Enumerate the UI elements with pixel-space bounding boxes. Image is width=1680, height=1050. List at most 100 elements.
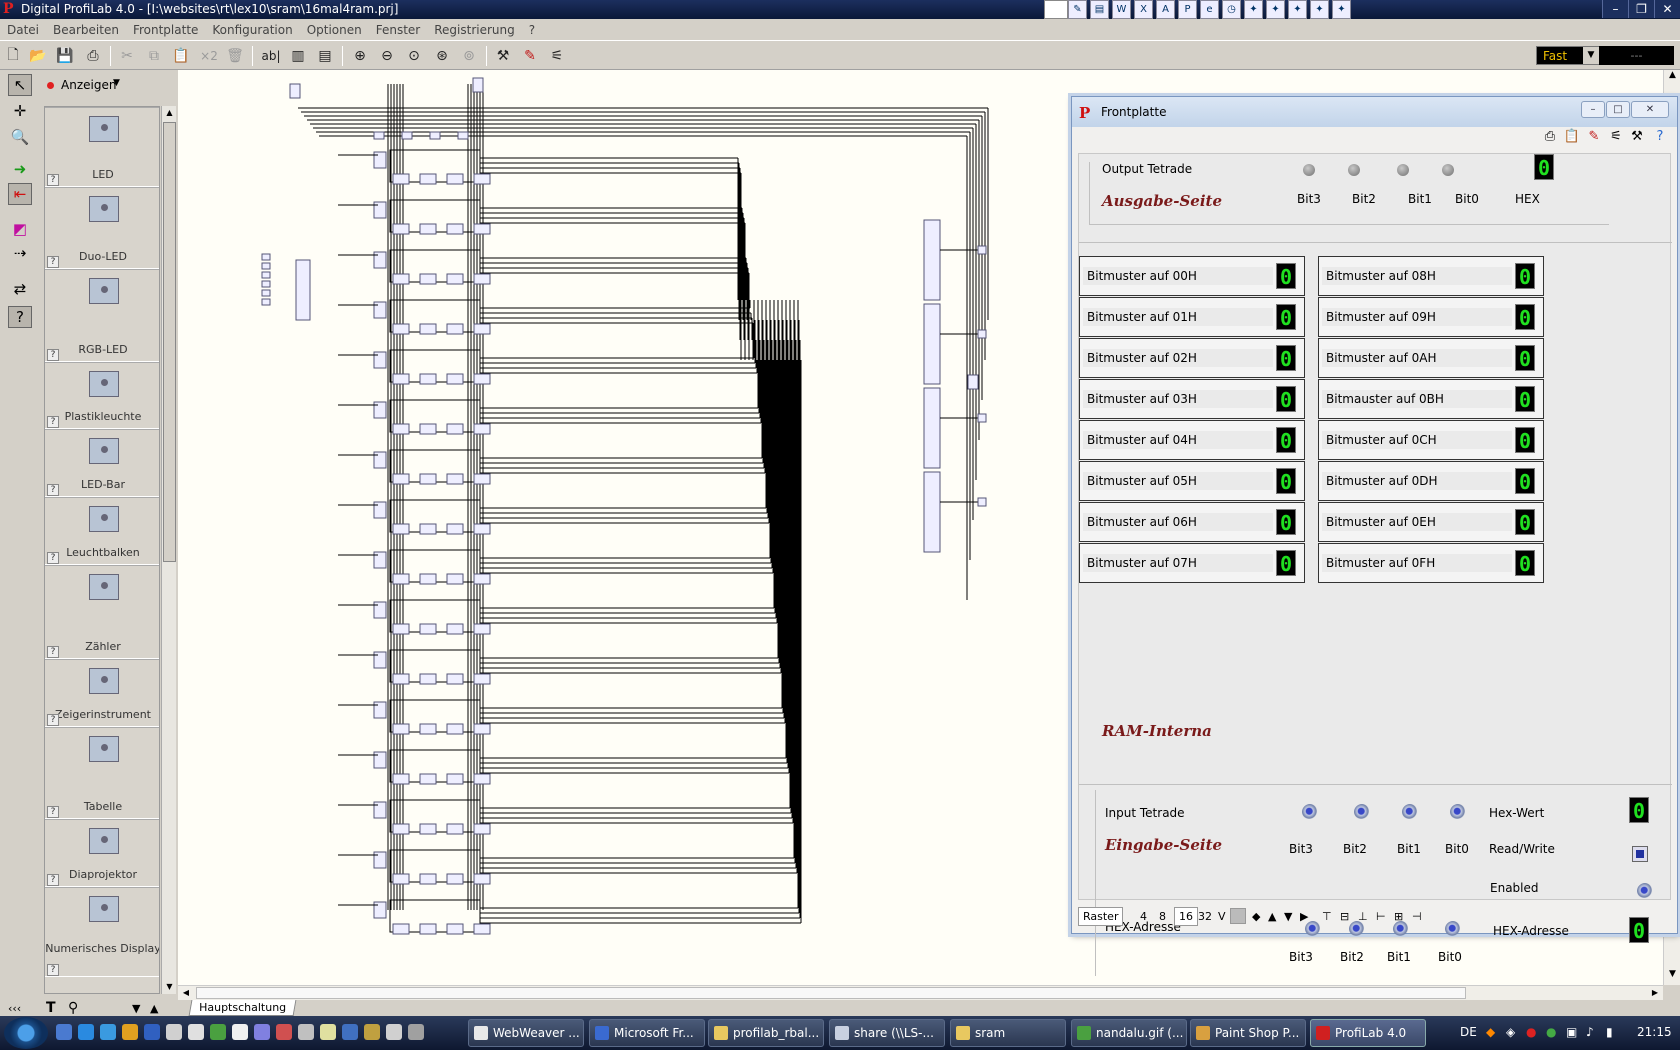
taskbar-button[interactable]: Microsoft Fr...: [589, 1019, 705, 1047]
zoom-in-icon[interactable]: ⊕: [349, 45, 371, 67]
align-bottom-icon[interactable]: ⊥: [1358, 910, 1368, 923]
monitor-icon[interactable]: [1044, 0, 1068, 19]
app-icon-10[interactable]: [364, 1024, 380, 1040]
align-top-icon[interactable]: ⊤: [1322, 910, 1332, 923]
move-up-icon[interactable]: ▲: [150, 1002, 158, 1015]
minimize-button[interactable]: –: [1581, 101, 1605, 118]
clock[interactable]: 21:15: [1637, 1025, 1672, 1039]
input-bit2-switch[interactable]: [1354, 804, 1370, 820]
save-icon[interactable]: 💾: [54, 45, 76, 67]
taskbar-button[interactable]: nandalu.gif (...: [1071, 1019, 1187, 1047]
print-icon[interactable]: ⎙: [82, 45, 104, 67]
power-icon[interactable]: ▮: [1606, 1025, 1613, 1039]
taskbar-button[interactable]: ProfiLab 4.0: [1310, 1019, 1426, 1047]
menu-registrierung[interactable]: Registrierung: [427, 23, 522, 37]
notepad-icon[interactable]: ✎: [1068, 0, 1087, 19]
close-button[interactable]: ✕: [1631, 101, 1669, 118]
palette-item[interactable]: Zeigerinstrument?: [45, 659, 159, 727]
palette-item[interactable]: LED?: [45, 107, 159, 187]
magnifier-icon[interactable]: 🔍: [8, 126, 32, 148]
input-bit3-switch[interactable]: [1302, 804, 1318, 820]
align-middle-icon[interactable]: ⊟: [1340, 910, 1349, 923]
connect-icon[interactable]: ⚟: [546, 45, 568, 67]
access-icon[interactable]: A: [1156, 0, 1175, 19]
app-icon-8[interactable]: [320, 1024, 336, 1040]
app-icon-9[interactable]: [342, 1024, 358, 1040]
tray-icon-2[interactable]: ◈: [1506, 1025, 1515, 1039]
tool-icon-2[interactable]: ✦: [1266, 0, 1285, 19]
tab-hauptschaltung[interactable]: Hauptschaltung: [188, 1000, 297, 1016]
app-icon-1[interactable]: [166, 1024, 182, 1040]
align-right-icon[interactable]: ⊣: [1412, 910, 1422, 923]
raster-32-button[interactable]: 32: [1198, 910, 1212, 923]
pointer-icon[interactable]: ↖: [8, 74, 32, 96]
palette-item[interactable]: Tabelle?: [45, 727, 159, 819]
spreadsheet-icon[interactable]: ▤: [1090, 0, 1109, 19]
scroll-down-icon[interactable]: ▼: [163, 980, 176, 994]
taskbar-button[interactable]: share (\\LS-...: [829, 1019, 945, 1047]
help-mark[interactable]: ?: [47, 874, 59, 886]
outlook-icon[interactable]: [144, 1024, 160, 1040]
raster-4-button[interactable]: 4: [1140, 910, 1147, 923]
paste-icon[interactable]: 📋: [1562, 129, 1582, 149]
scroll-thumb[interactable]: [196, 987, 1466, 999]
ie-icon[interactable]: e: [1200, 0, 1219, 19]
help-mark[interactable]: ?: [47, 806, 59, 818]
grid-icon[interactable]: ▥: [287, 45, 309, 67]
scroll-down-icon[interactable]: ▼: [1664, 969, 1680, 985]
align-left-icon[interactable]: ⊢: [1376, 910, 1386, 923]
minimize-button[interactable]: –: [1602, 0, 1628, 18]
palette-item[interactable]: Duo-LED?: [45, 187, 159, 269]
zoom-out-icon[interactable]: ⊖: [376, 45, 398, 67]
tools-icon[interactable]: ⚒: [1627, 129, 1647, 149]
restore-button[interactable]: ❐: [1628, 0, 1654, 18]
frontplatte-title-bar[interactable]: P Frontplatte – □ ✕: [1072, 97, 1677, 127]
raster-8-button[interactable]: 8: [1159, 910, 1166, 923]
explorer-icon[interactable]: [100, 1024, 116, 1040]
palette-item[interactable]: Diaprojektor?: [45, 819, 159, 887]
scroll-right-icon[interactable]: ▶: [1647, 986, 1663, 1000]
maximize-button[interactable]: □: [1606, 101, 1630, 118]
canvas-horizontal-scrollbar[interactable]: ◀ ▶: [178, 985, 1663, 1000]
chrome-icon[interactable]: [122, 1024, 138, 1040]
show-desktop-icon[interactable]: [56, 1024, 72, 1040]
language-indicator[interactable]: DE: [1460, 1025, 1477, 1039]
palette-item[interactable]: Zähler?: [45, 565, 159, 659]
help-mark[interactable]: ?: [47, 964, 59, 976]
taskbar-button[interactable]: Paint Shop P...: [1190, 1019, 1306, 1047]
scroll-up-icon[interactable]: ▲: [1664, 70, 1680, 86]
excel-icon[interactable]: X: [1134, 0, 1153, 19]
binoculars-icon[interactable]: ⚲: [68, 1000, 78, 1016]
new-file-icon[interactable]: 🗋: [2, 45, 24, 67]
help-mark[interactable]: ?: [47, 646, 59, 658]
help-icon[interactable]: ?: [1650, 129, 1670, 149]
clock-icon[interactable]: ◷: [1222, 0, 1241, 19]
palette-item[interactable]: Leuchtbalken?: [45, 497, 159, 565]
speed-select[interactable]: Fast ▼: [1536, 46, 1600, 65]
app-icon-5[interactable]: [254, 1024, 270, 1040]
close-button[interactable]: ✕: [1654, 0, 1680, 18]
menu-frontplatte[interactable]: Frontplatte: [126, 23, 205, 37]
palette-item[interactable]: Plastikleuchte?: [45, 362, 159, 429]
menu-help[interactable]: ?: [522, 23, 542, 37]
input-bit0-switch[interactable]: [1450, 804, 1466, 820]
menu-optionen[interactable]: Optionen: [300, 23, 369, 37]
start-button[interactable]: [4, 1017, 48, 1049]
open-folder-icon[interactable]: 📂: [27, 45, 49, 67]
arrow-up-icon[interactable]: ▲: [1268, 910, 1276, 923]
delete-icon[interactable]: 🗑: [224, 45, 246, 67]
color-tool-icon[interactable]: ◩: [8, 218, 32, 240]
menu-fenster[interactable]: Fenster: [369, 23, 428, 37]
connect-icon[interactable]: ⚟: [1606, 129, 1626, 149]
menu-bearbeiten[interactable]: Bearbeiten: [46, 23, 126, 37]
text-icon[interactable]: T: [46, 1000, 56, 1016]
read-write-toggle[interactable]: [1632, 846, 1648, 862]
menu-datei[interactable]: Datei: [0, 23, 46, 37]
table-icon[interactable]: ▤: [314, 45, 336, 67]
help-mark[interactable]: ?: [47, 256, 59, 268]
arrow-right-icon[interactable]: ▶: [1300, 910, 1308, 923]
enabled-switch[interactable]: [1637, 883, 1653, 899]
network-icon[interactable]: ▣: [1566, 1025, 1577, 1039]
palette-item[interactable]: LED-Bar?: [45, 429, 159, 497]
align-center-icon[interactable]: ⊞: [1394, 910, 1403, 923]
